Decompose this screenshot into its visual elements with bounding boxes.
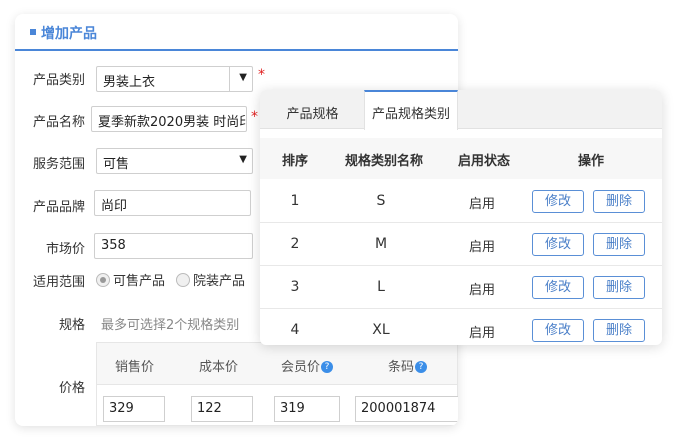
service-select[interactable]: 可售 ▼ bbox=[96, 148, 253, 174]
table-row: 2 M 启用 修改 删除 bbox=[260, 223, 662, 266]
table-row: 3 L 启用 修改 删除 bbox=[260, 266, 662, 309]
delete-button[interactable]: 删除 bbox=[593, 233, 645, 256]
row-status: 启用 bbox=[468, 326, 495, 341]
row-status: 启用 bbox=[468, 240, 495, 255]
delete-button[interactable]: 删除 bbox=[593, 190, 645, 213]
table-row: 1 S 启用 修改 删除 bbox=[260, 180, 662, 223]
header-category-name: 规格类别名称 bbox=[344, 154, 423, 169]
row-name: M bbox=[374, 236, 388, 252]
edit-button[interactable]: 修改 bbox=[532, 233, 584, 256]
category-value: 男装上衣 bbox=[103, 75, 156, 90]
cost-price-input[interactable]: 122 bbox=[191, 396, 253, 422]
required-mark: * bbox=[251, 109, 258, 125]
row-name: XL bbox=[372, 322, 390, 338]
row-status: 启用 bbox=[468, 283, 495, 298]
edit-button[interactable]: 修改 bbox=[532, 319, 584, 342]
spec-category-panel: 产品规格 产品规格类别 排序 规格类别名称 启用状态 操作 1 S 启用 修改 … bbox=[260, 90, 662, 345]
row-order: 4 bbox=[290, 322, 300, 338]
row-order: 3 bbox=[290, 279, 300, 295]
row-order: 1 bbox=[290, 193, 300, 209]
title-marker-icon bbox=[30, 29, 36, 35]
header-cost-price: 成本价 bbox=[199, 360, 239, 375]
radio-checked-icon bbox=[96, 272, 110, 287]
tab-product-spec[interactable]: 产品规格 bbox=[260, 90, 365, 129]
scope-option-label: 院装产品 bbox=[193, 274, 246, 289]
spec-label: 规格 bbox=[58, 318, 85, 333]
service-value: 可售 bbox=[103, 157, 130, 172]
edit-button[interactable]: 修改 bbox=[532, 276, 584, 299]
delete-button[interactable]: 删除 bbox=[593, 276, 645, 299]
scope-label: 适用范围 bbox=[32, 275, 85, 290]
radio-unchecked-icon bbox=[176, 272, 190, 287]
row-order: 2 bbox=[290, 236, 300, 252]
price-label: 价格 bbox=[58, 381, 85, 396]
scope-option-label: 可售产品 bbox=[113, 274, 166, 289]
tab-product-spec-category[interactable]: 产品规格类别 bbox=[364, 90, 458, 130]
spec-table-header: 排序 规格类别名称 启用状态 操作 bbox=[260, 138, 662, 179]
header-barcode-text: 条码 bbox=[388, 360, 415, 375]
market-price-label: 市场价 bbox=[45, 242, 85, 257]
question-circle-icon[interactable]: ? bbox=[415, 361, 428, 373]
brand-input[interactable]: 尚印 bbox=[94, 190, 251, 216]
service-label: 服务范围 bbox=[32, 157, 85, 172]
tab-bar: 产品规格 产品规格类别 bbox=[260, 90, 662, 130]
category-label: 产品类别 bbox=[32, 73, 85, 88]
delete-button[interactable]: 删除 bbox=[593, 319, 645, 342]
name-input[interactable]: 夏季新款2020男装 时尚印 bbox=[91, 106, 247, 132]
chevron-down-icon: ▼ bbox=[239, 154, 247, 165]
header-barcode: 条码? bbox=[388, 356, 428, 375]
row-status: 启用 bbox=[468, 197, 495, 212]
table-row: 4 XL 启用 修改 删除 bbox=[260, 309, 662, 345]
edit-button[interactable]: 修改 bbox=[532, 190, 584, 213]
name-label: 产品名称 bbox=[32, 115, 85, 130]
scope-radio-salon[interactable]: 院装产品 bbox=[176, 270, 245, 289]
panel-header: 增加产品 bbox=[15, 14, 458, 51]
required-mark: * bbox=[258, 67, 265, 83]
select-divider bbox=[229, 67, 230, 91]
header-member-price: 会员价? bbox=[281, 356, 334, 375]
brand-label: 产品品牌 bbox=[32, 200, 85, 215]
chevron-down-icon: ▼ bbox=[239, 72, 247, 83]
header-sale-price: 销售价 bbox=[115, 360, 155, 375]
header-status: 启用状态 bbox=[457, 154, 510, 169]
price-table-header: 销售价 成本价 会员价? 条码? bbox=[97, 343, 457, 385]
spec-hint: 最多可选择2个规格类别 bbox=[101, 318, 240, 333]
member-price-input[interactable]: 319 bbox=[274, 396, 340, 422]
market-price-input[interactable]: 358 bbox=[94, 233, 253, 259]
sale-price-input[interactable]: 329 bbox=[103, 396, 165, 422]
category-select[interactable]: 男装上衣 ▼ bbox=[96, 66, 253, 92]
header-member-price-text: 会员价 bbox=[281, 360, 321, 375]
question-circle-icon[interactable]: ? bbox=[321, 361, 334, 373]
panel-title: 增加产品 bbox=[41, 26, 97, 42]
scope-radio-sellable[interactable]: 可售产品 bbox=[96, 270, 165, 289]
price-table: 销售价 成本价 会员价? 条码? 329 122 319 200001874 bbox=[96, 342, 458, 426]
header-actions: 操作 bbox=[577, 154, 604, 169]
header-order: 排序 bbox=[281, 154, 308, 169]
row-name: L bbox=[377, 279, 385, 295]
row-name: S bbox=[376, 193, 386, 209]
barcode-input[interactable]: 200001874 bbox=[355, 396, 458, 422]
